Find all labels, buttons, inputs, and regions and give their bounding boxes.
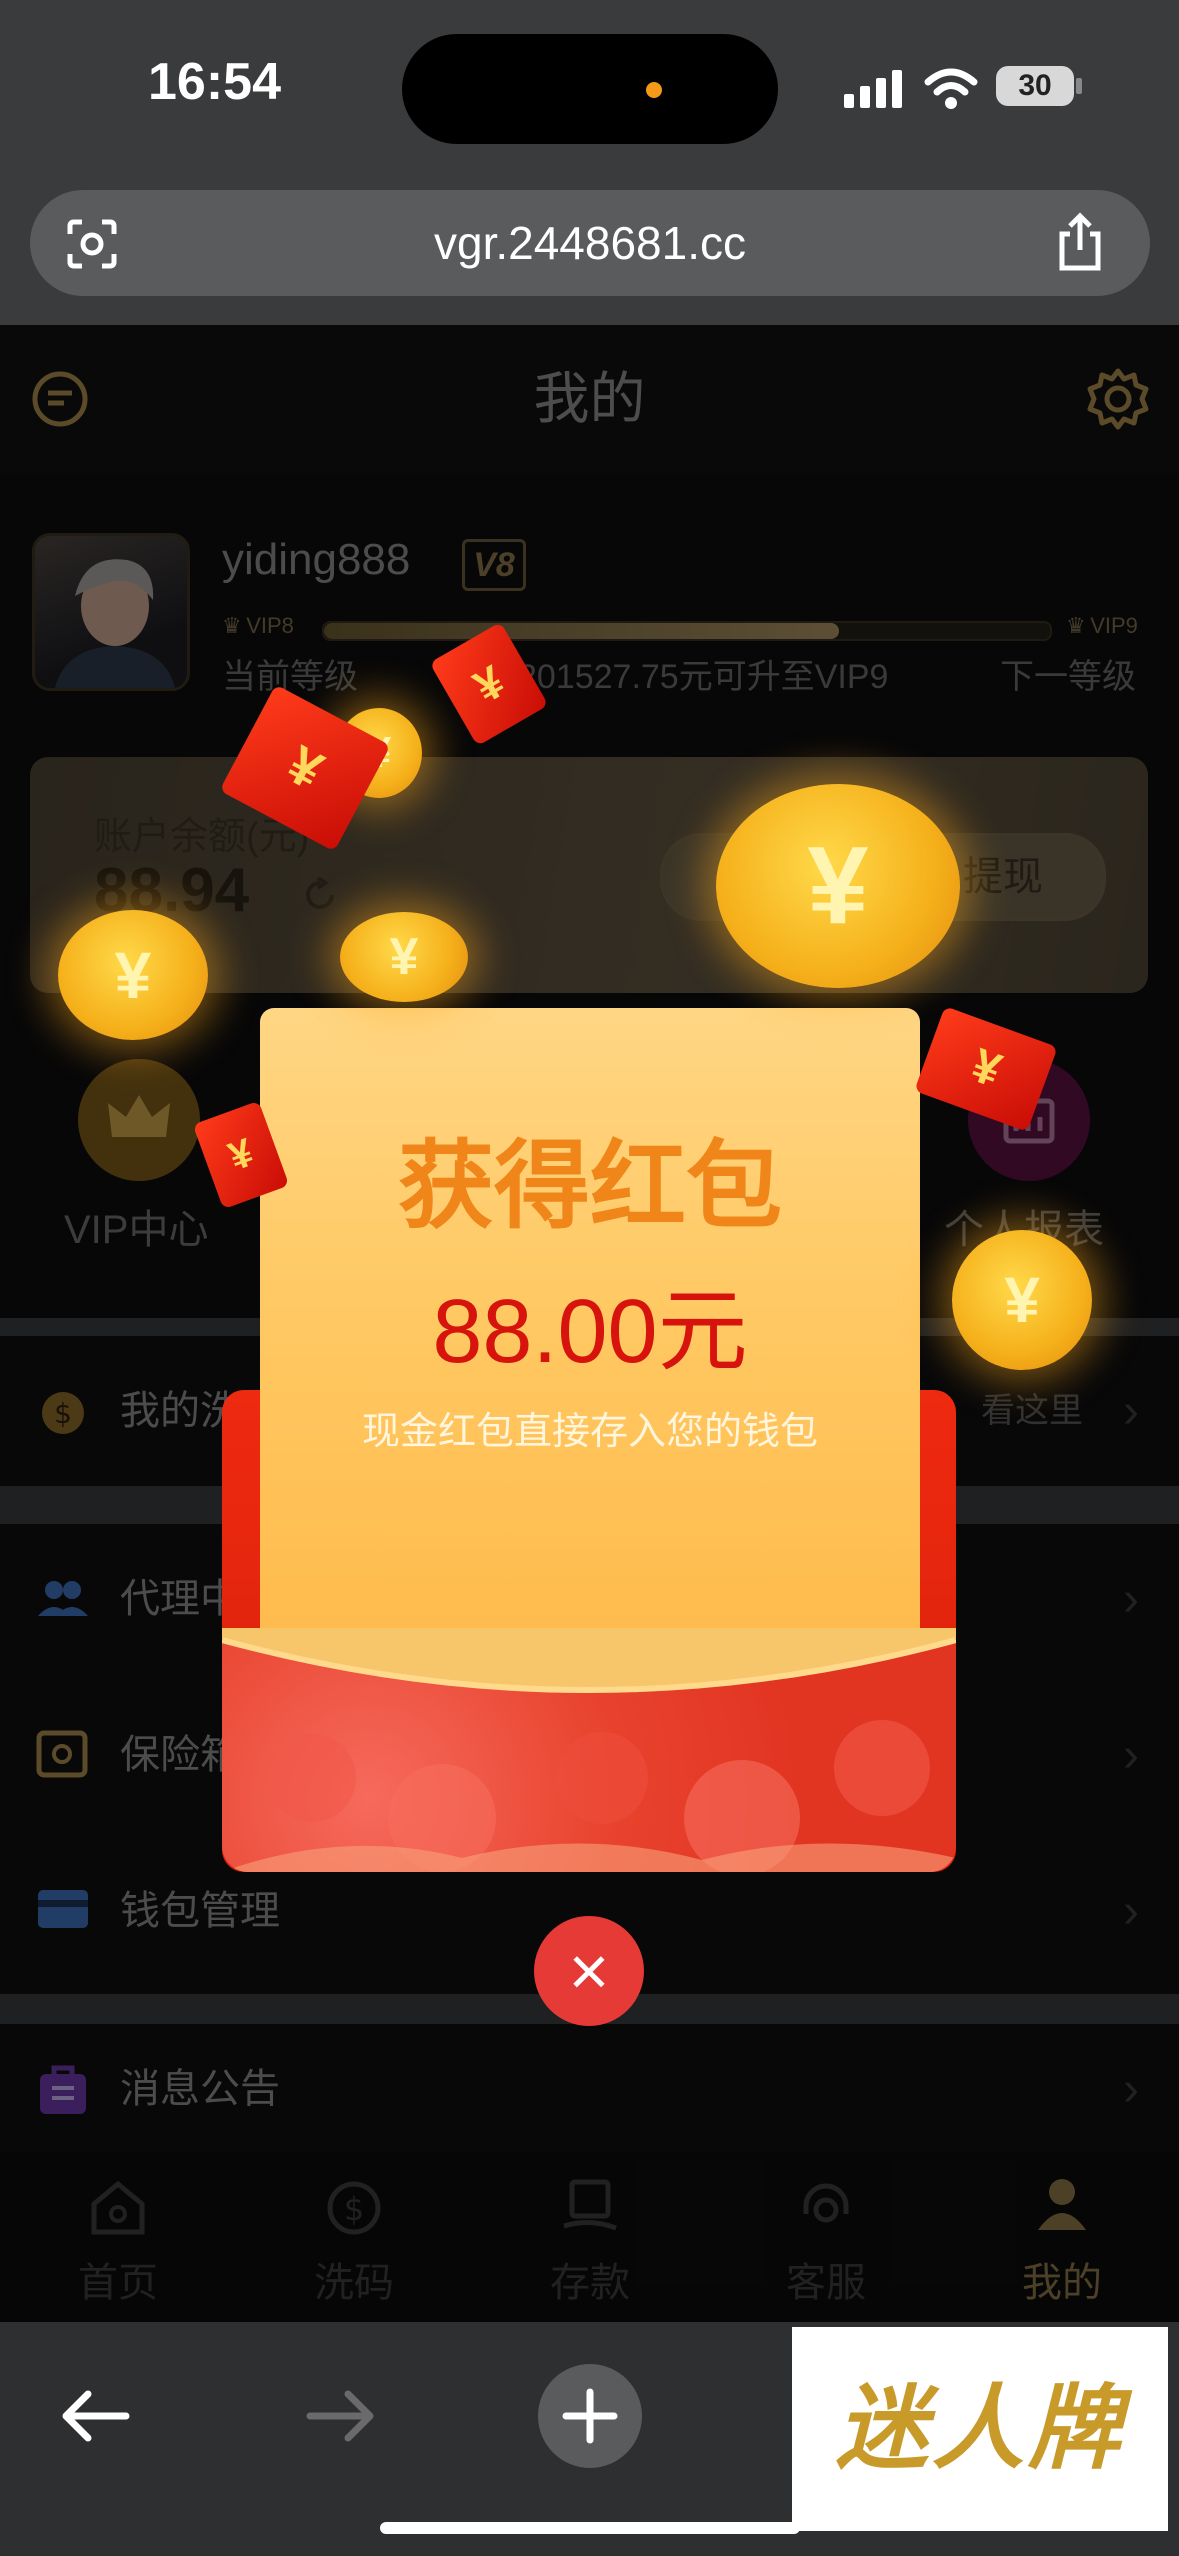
url-text[interactable]: vgr.2448681.cc: [30, 190, 1150, 296]
dynamic-island: [402, 34, 778, 144]
wifi-icon: [924, 68, 978, 109]
battery-tip: [1076, 78, 1082, 94]
status-time: 16:54: [148, 53, 281, 111]
reward-title: 获得红包: [398, 1133, 782, 1240]
reward-note: 现金红包直接存入您的钱包: [361, 1411, 818, 1453]
battery-icon: 30: [996, 66, 1074, 106]
back-arrow-icon[interactable]: [60, 2386, 132, 2446]
new-tab-plus-icon[interactable]: [536, 2362, 644, 2470]
home-indicator: [380, 2522, 800, 2534]
share-icon[interactable]: [1052, 212, 1108, 274]
envelope-flower-pattern: [222, 1628, 956, 1872]
watermark-text: 迷人牌: [835, 2378, 1124, 2480]
gold-coin-icon: ¥: [952, 1230, 1092, 1370]
gold-coin-icon: ¥: [58, 910, 208, 1040]
status-bar: 16:54 30: [0, 0, 1179, 170]
privacy-indicator-dot: [646, 82, 662, 98]
cellular-signal-icon: [844, 70, 902, 108]
watermark-logo: 迷人牌: [792, 2327, 1168, 2531]
red-envelope-front: [222, 1628, 956, 1872]
close-button[interactable]: ×: [534, 1916, 644, 2026]
reward-amount: 88.00元: [432, 1282, 748, 1382]
gold-coin-icon: ¥: [716, 784, 960, 988]
address-bar[interactable]: vgr.2448681.cc: [30, 190, 1150, 296]
gold-coin-icon: ¥: [340, 912, 468, 1002]
forward-arrow-icon[interactable]: [304, 2386, 376, 2446]
reward-card: 获得红包 88.00元 现金红包直接存入您的钱包: [260, 1008, 920, 1708]
